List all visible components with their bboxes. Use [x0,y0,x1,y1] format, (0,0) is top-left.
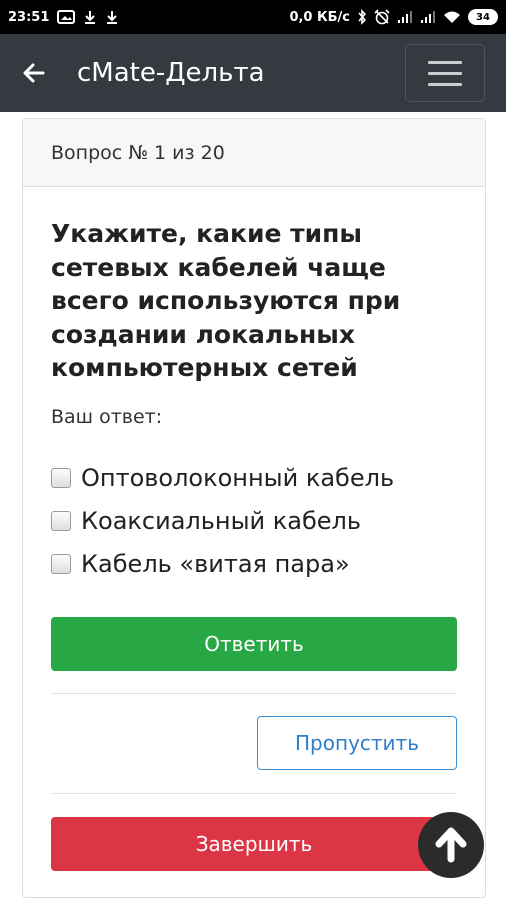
skip-button[interactable]: Пропустить [257,716,457,770]
network-speed: 0,0 КБ/с [289,9,350,25]
question-card: Вопрос № 1 из 20 Укажите, какие типы сет… [22,118,486,898]
option-twisted-pair[interactable]: Кабель «витая пара» [51,550,350,578]
wifi-icon [443,10,461,24]
option-label: Оптоволоконный кабель [81,464,395,492]
signal-icon [397,10,413,24]
option-label: Кабель «витая пара» [81,550,350,578]
hamburger-menu-icon [428,60,462,64]
question-text: Укажите, какие типы сетевых кабелей чаще… [51,219,401,382]
status-time: 23:51 [8,9,50,25]
signal-icon [420,10,436,24]
menu-button[interactable] [405,44,485,102]
divider [51,693,457,694]
checkbox[interactable] [51,511,71,531]
hamburger-menu-icon [428,71,462,75]
alarm-off-icon [374,9,390,25]
checkbox[interactable] [51,554,71,574]
finish-button[interactable]: Завершить [51,817,457,871]
option-label: Коаксиальный кабель [81,507,362,535]
download-icon [83,10,97,24]
scroll-to-top-button[interactable] [418,812,484,878]
answer-button[interactable]: Ответить [51,617,457,671]
question-counter: Вопрос № 1 из 20 [23,119,485,187]
option-fiber[interactable]: Оптоволоконный кабель [51,464,394,492]
gallery-icon [57,10,76,24]
answer-label: Ваш ответ: [51,406,163,428]
arrow-up-icon [435,827,467,863]
back-button[interactable] [4,34,64,112]
hamburger-menu-icon [428,82,462,86]
battery-indicator: 34 [468,9,498,25]
download-icon [105,10,119,24]
app-title: cMate-Дельта [77,58,265,88]
back-arrow-icon [23,63,45,83]
option-coaxial[interactable]: Коаксиальный кабель [51,507,361,535]
bluetooth-icon [357,9,367,25]
app-bar: cMate-Дельта [0,34,506,112]
checkbox[interactable] [51,468,71,488]
status-bar: 23:51 0,0 КБ/с 34 [0,0,506,34]
divider [51,793,457,794]
